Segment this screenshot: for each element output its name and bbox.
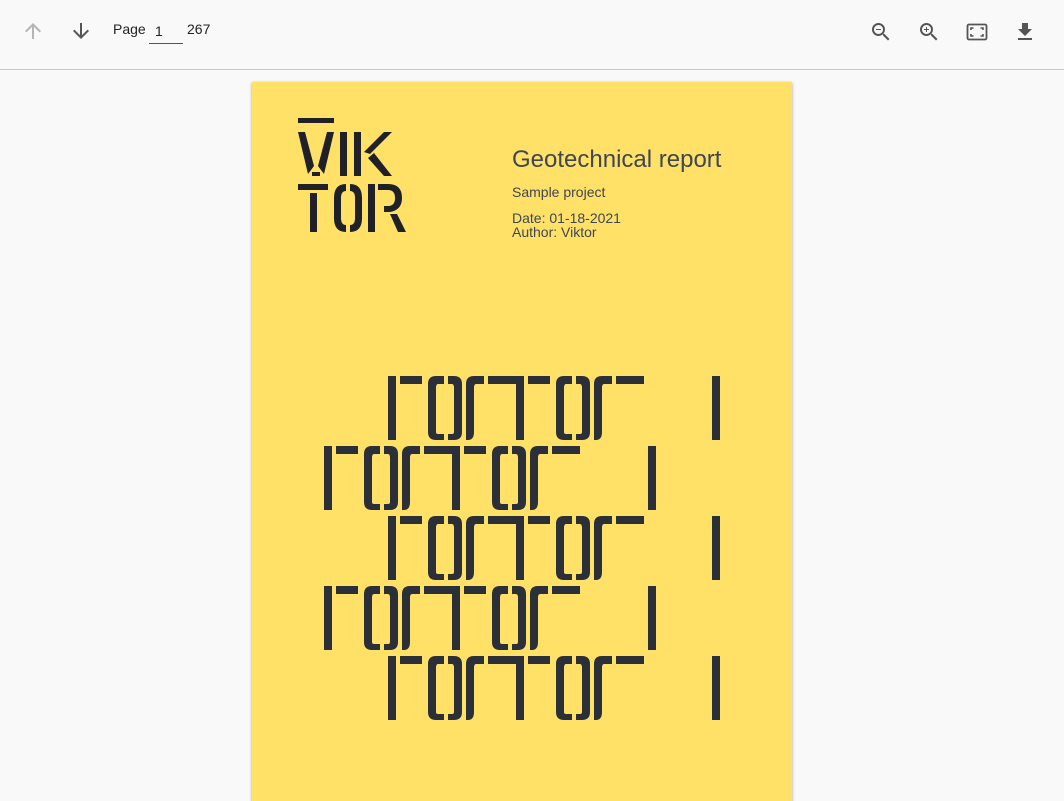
fit-page-button[interactable] bbox=[961, 16, 993, 48]
zoom-in-icon bbox=[920, 23, 938, 41]
download-icon bbox=[1018, 23, 1032, 40]
previous-page-button[interactable] bbox=[17, 15, 49, 47]
page-number-input[interactable] bbox=[149, 18, 183, 44]
page-label: Page bbox=[113, 21, 146, 37]
fit-screen-icon bbox=[966, 23, 988, 41]
arrow-up-icon bbox=[25, 23, 41, 39]
download-button[interactable] bbox=[1009, 16, 1041, 48]
zoom-in-button[interactable] bbox=[913, 16, 945, 48]
document-subtitle: Sample project bbox=[512, 184, 606, 200]
next-page-button[interactable] bbox=[65, 15, 97, 47]
viktor-logo bbox=[298, 118, 406, 232]
pdf-toolbar: Page 267 bbox=[0, 0, 1064, 70]
decorative-stencil-pattern bbox=[324, 376, 720, 720]
document-date: Date: 01-18-2021 bbox=[512, 210, 621, 226]
pdf-page: Geotechnical report Sample project Date:… bbox=[252, 82, 792, 801]
document-viewer[interactable]: Geotechnical report Sample project Date:… bbox=[0, 71, 1064, 801]
document-title: Geotechnical report bbox=[512, 146, 722, 173]
page-total: 267 bbox=[187, 21, 211, 37]
document-author: Author: Viktor bbox=[512, 224, 597, 240]
zoom-out-icon bbox=[872, 23, 890, 41]
zoom-out-button[interactable] bbox=[865, 16, 897, 48]
arrow-down-icon bbox=[73, 23, 89, 39]
